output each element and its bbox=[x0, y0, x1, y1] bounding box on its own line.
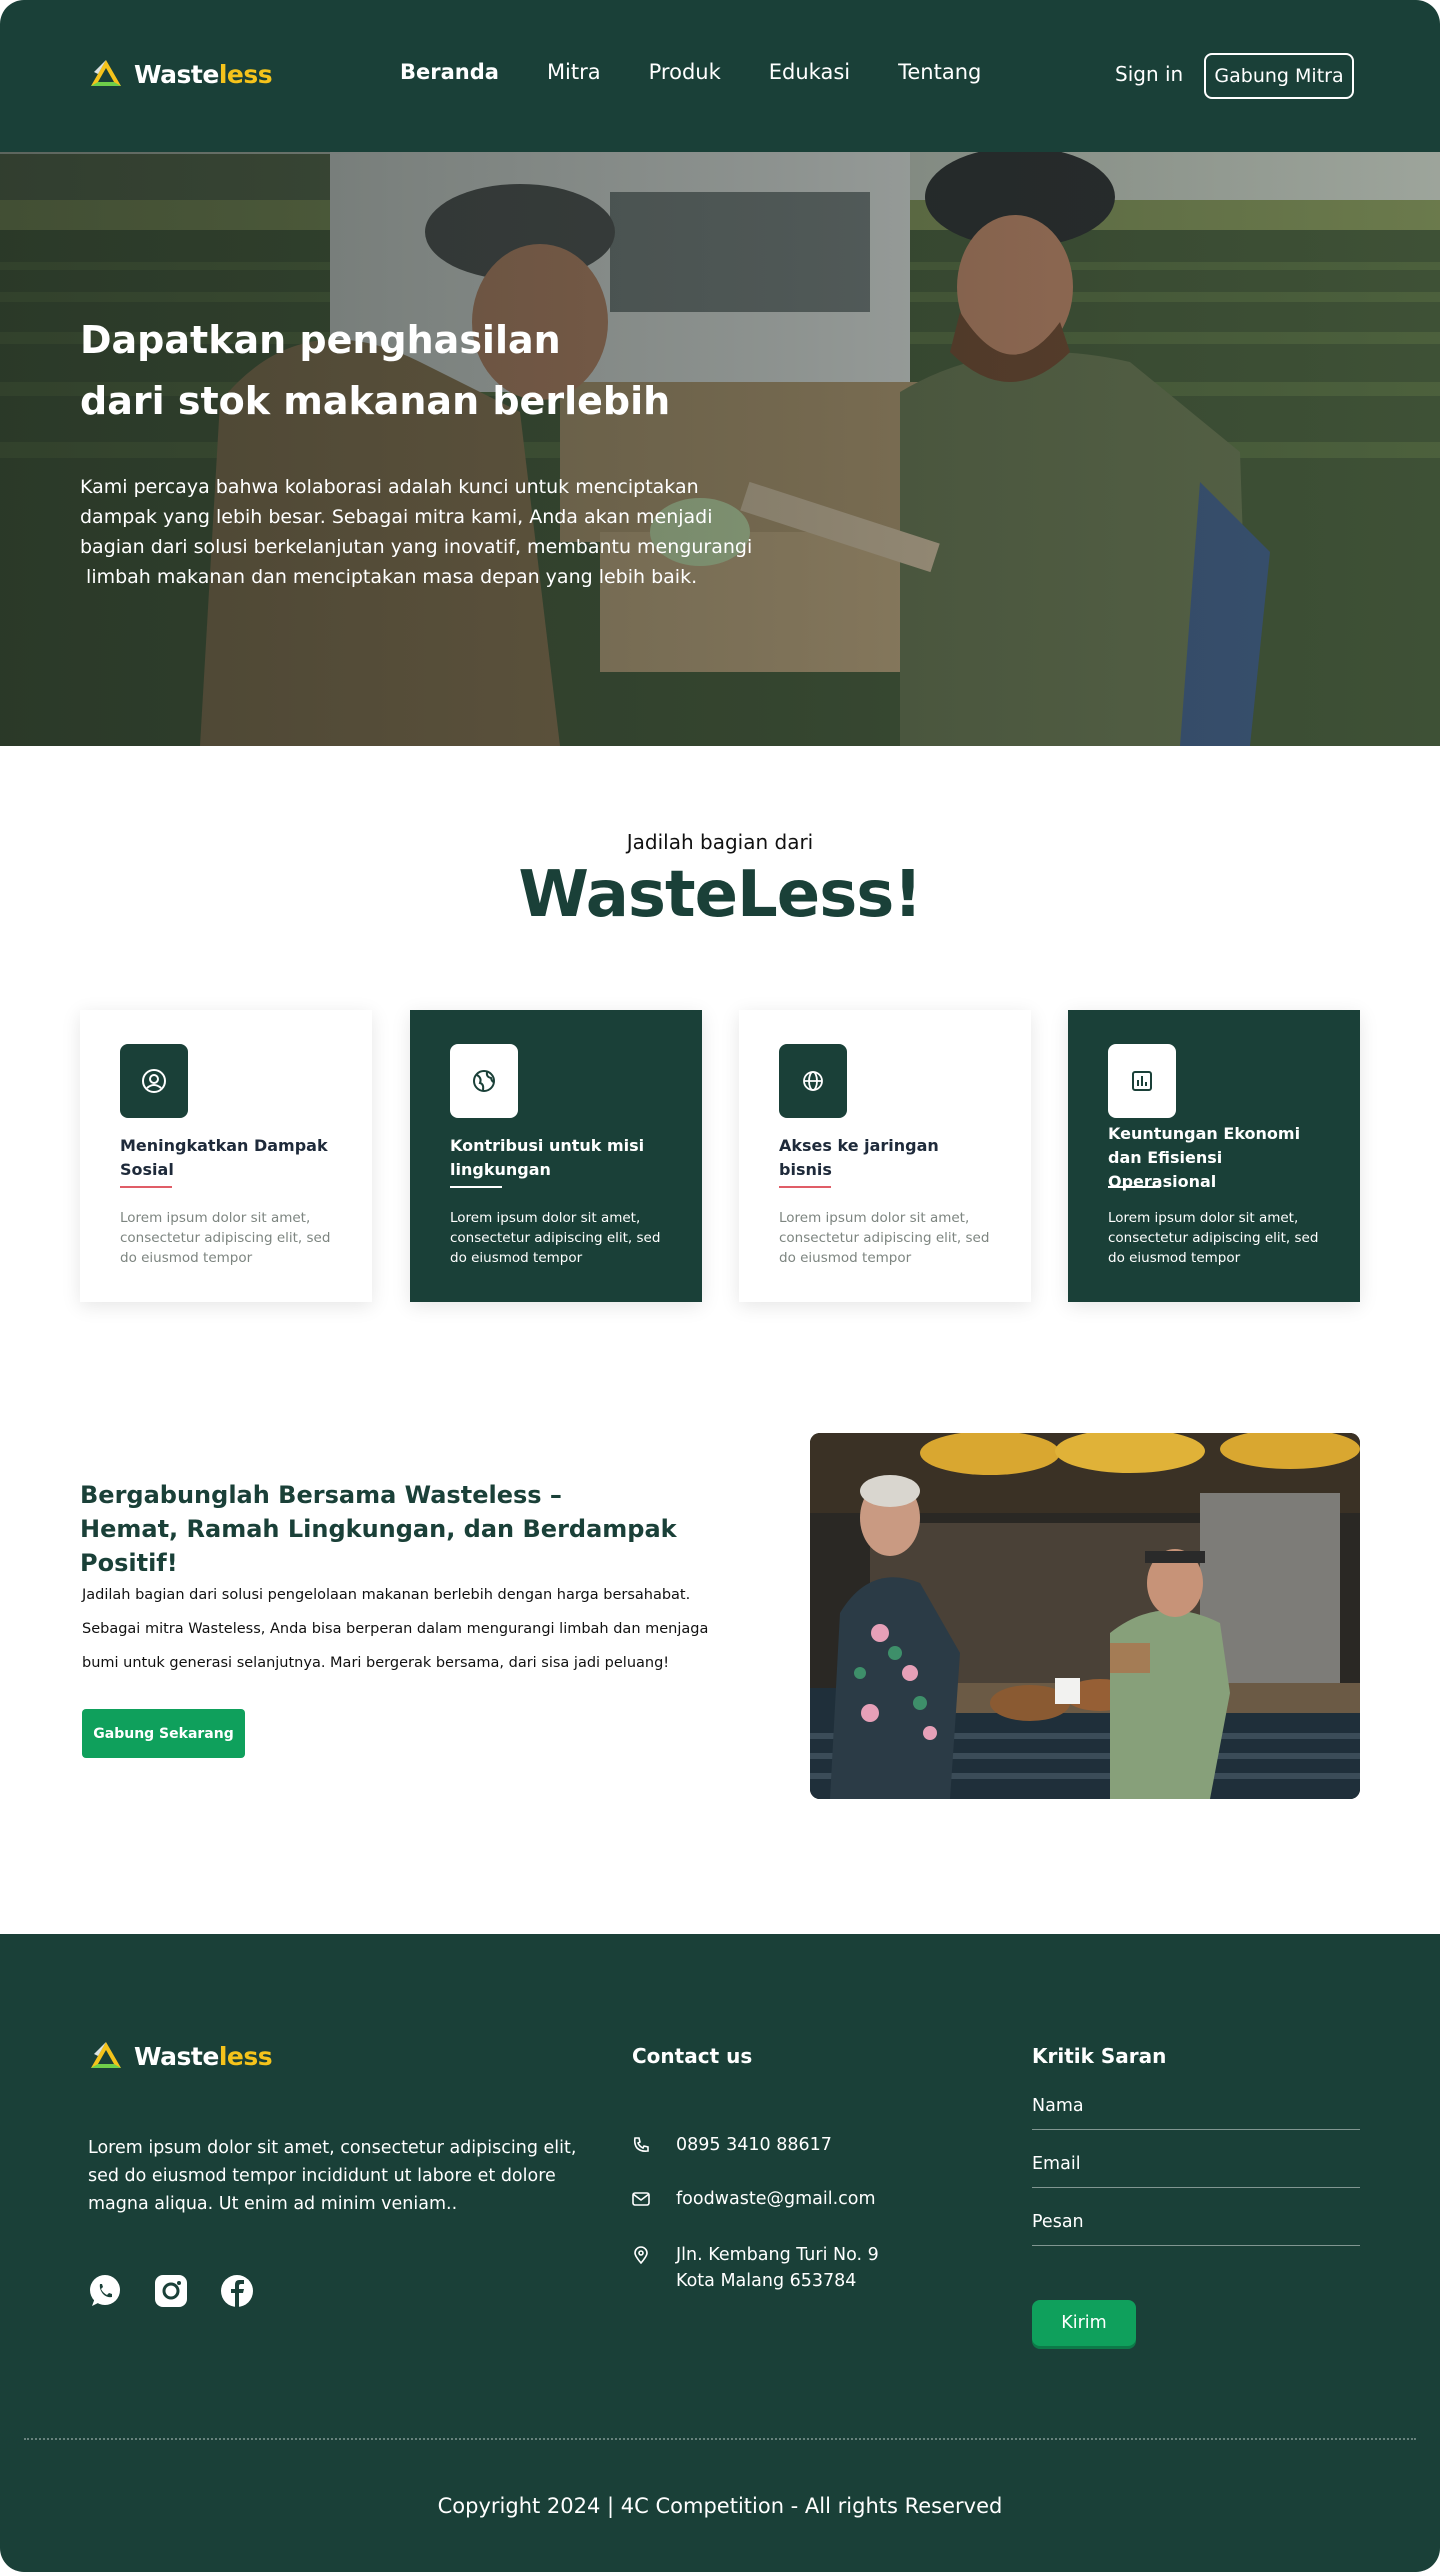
logo-mark-icon bbox=[91, 60, 121, 86]
location-pin-icon bbox=[634, 2246, 648, 2264]
copyright-text: Copyright 2024 | 4C Competition - All ri… bbox=[437, 2494, 1003, 2518]
brand-logo[interactable]: Wasteless bbox=[88, 58, 273, 90]
footer-logo[interactable]: Wasteless bbox=[88, 2040, 273, 2072]
join-title-line: Hemat, Ramah Lingkungan, dan Berdampak P… bbox=[80, 1515, 677, 1577]
hero-title-line: dari stok makanan berlebih bbox=[80, 379, 671, 423]
join-description: Jadilah bagian dari solusi pengelolaan m… bbox=[82, 1578, 742, 1680]
card-underline bbox=[450, 1186, 502, 1188]
hero-description: Kami percaya bahwa kolaborasi adalah kun… bbox=[80, 472, 780, 592]
submit-feedback-button[interactable]: Kirim bbox=[1032, 2300, 1136, 2346]
section-eyebrow: Jadilah bagian dari bbox=[626, 830, 814, 854]
logo-mark-icon bbox=[91, 2042, 121, 2068]
hero-banner: Dapatkan penghasilan dari stok makanan b… bbox=[0, 152, 1440, 746]
nav-link-tentang[interactable]: Tentang bbox=[898, 60, 981, 84]
card-text: Lorem ipsum dolor sit amet, consectetur … bbox=[779, 1210, 990, 1266]
nav-link-produk[interactable]: Produk bbox=[649, 60, 721, 84]
hero-text-line: Kami percaya bahwa kolaborasi adalah kun… bbox=[80, 476, 699, 498]
message-field[interactable]: Pesan bbox=[1032, 2212, 1360, 2246]
join-title-line: Bergabunglah Bersama Wasteless – bbox=[80, 1481, 562, 1509]
card-text: Lorem ipsum dolor sit amet, consectetur … bbox=[1108, 1210, 1319, 1266]
card-title: Meningkatkan Dampak Sosial bbox=[120, 1136, 328, 1179]
email-address: foodwaste@gmail.com bbox=[676, 2189, 876, 2209]
name-field[interactable]: Nama bbox=[1032, 2096, 1360, 2130]
user-circle-icon bbox=[120, 1044, 188, 1118]
card-title: Keuntungan Ekonomi dan Efisiensi Operasi… bbox=[1108, 1124, 1301, 1191]
join-now-button[interactable]: Gabung Sekarang bbox=[82, 1709, 245, 1758]
hero-text-line: bagian dari solusi berkelanjutan yang in… bbox=[80, 536, 753, 558]
join-text-line: Sebagai mitra Wasteless, Anda bisa berpe… bbox=[82, 1621, 709, 1637]
brand-name: Wasteless bbox=[134, 59, 273, 89]
join-partner-button[interactable]: Gabung Mitra bbox=[1204, 53, 1354, 99]
join-text-line: bumi untuk generasi selanjutnya. Mari be… bbox=[82, 1655, 670, 1671]
phone-icon bbox=[633, 2137, 649, 2152]
top-navbar: Wasteless Beranda Mitra Produk Edukasi T… bbox=[0, 0, 1440, 152]
hero-title-line: Dapatkan penghasilan bbox=[80, 318, 561, 362]
instagram-icon[interactable] bbox=[154, 2274, 188, 2308]
whatsapp-icon[interactable] bbox=[88, 2274, 122, 2308]
join-title: Bergabunglah Bersama Wasteless – Hemat, … bbox=[80, 1478, 780, 1580]
email-field[interactable]: Email bbox=[1032, 2154, 1360, 2188]
benefit-card-network: Akses ke jaringan bisnis Lorem ipsum dol… bbox=[739, 1010, 1031, 1302]
mail-icon bbox=[632, 2192, 650, 2206]
nav-link-mitra[interactable]: Mitra bbox=[547, 60, 601, 84]
footer-divider bbox=[24, 2438, 1416, 2440]
section-title: WasteLess! bbox=[518, 858, 922, 932]
footer-about: Lorem ipsum dolor sit amet, consectetur … bbox=[88, 2134, 588, 2218]
footer-about-line: sed do eiusmod tempor incididunt ut labo… bbox=[88, 2166, 556, 2186]
restaurant-photo bbox=[810, 1433, 1360, 1799]
leaf-globe-icon bbox=[450, 1044, 518, 1118]
hero-title: Dapatkan penghasilan dari stok makanan b… bbox=[80, 310, 800, 432]
footer-about-line: magna aliqua. Ut enim ad minim veniam.. bbox=[88, 2194, 458, 2214]
contact-heading: Contact us bbox=[632, 2044, 753, 2068]
signin-link[interactable]: Sign in bbox=[1115, 62, 1183, 86]
contact-address: Jln. Kembang Turi No. 9 Kota Malang 6537… bbox=[632, 2242, 879, 2294]
social-links bbox=[88, 2274, 254, 2308]
benefit-card-environment: Kontribusi untuk misi lingkungan Lorem i… bbox=[410, 1010, 702, 1302]
contact-phone[interactable]: 0895 3410 88617 bbox=[632, 2132, 832, 2158]
card-text: Lorem ipsum dolor sit amet, consectetur … bbox=[120, 1210, 331, 1266]
address-line: Kota Malang 653784 bbox=[676, 2271, 857, 2291]
hero-overlay bbox=[0, 152, 1440, 746]
card-underline bbox=[120, 1186, 172, 1188]
address: Jln. Kembang Turi No. 9 Kota Malang 6537… bbox=[676, 2242, 879, 2294]
bar-chart-icon bbox=[1108, 1044, 1176, 1118]
benefit-card-social: Meningkatkan Dampak Sosial Lorem ipsum d… bbox=[80, 1010, 372, 1302]
facebook-icon[interactable] bbox=[220, 2274, 254, 2308]
card-title: Kontribusi untuk misi lingkungan bbox=[450, 1136, 645, 1179]
card-text: Lorem ipsum dolor sit amet, consectetur … bbox=[450, 1210, 661, 1266]
brand-name: Wasteless bbox=[134, 2041, 273, 2071]
globe-icon bbox=[779, 1044, 847, 1118]
nav-link-edukasi[interactable]: Edukasi bbox=[769, 60, 850, 84]
benefit-card-economy: Keuntungan Ekonomi dan Efisiensi Operasi… bbox=[1068, 1010, 1360, 1302]
feedback-heading: Kritik Saran bbox=[1032, 2044, 1167, 2068]
site-footer: Wasteless Lorem ipsum dolor sit amet, co… bbox=[0, 1934, 1440, 2572]
address-line: Jln. Kembang Turi No. 9 bbox=[676, 2245, 879, 2265]
card-title: Akses ke jaringan bisnis bbox=[779, 1136, 939, 1179]
card-underline bbox=[779, 1186, 831, 1188]
nav-link-beranda[interactable]: Beranda bbox=[400, 60, 499, 84]
hero-text-line: dampak yang lebih besar. Sebagai mitra k… bbox=[80, 506, 713, 528]
phone-number: 0895 3410 88617 bbox=[676, 2135, 832, 2155]
footer-about-line: Lorem ipsum dolor sit amet, consectetur … bbox=[88, 2138, 577, 2158]
join-text-line: Jadilah bagian dari solusi pengelolaan m… bbox=[82, 1587, 691, 1603]
hero-text-line: limbah makanan dan menciptakan masa depa… bbox=[80, 566, 698, 588]
contact-email[interactable]: foodwaste@gmail.com bbox=[632, 2186, 876, 2212]
main-nav: Beranda Mitra Produk Edukasi Tentang bbox=[400, 60, 981, 84]
